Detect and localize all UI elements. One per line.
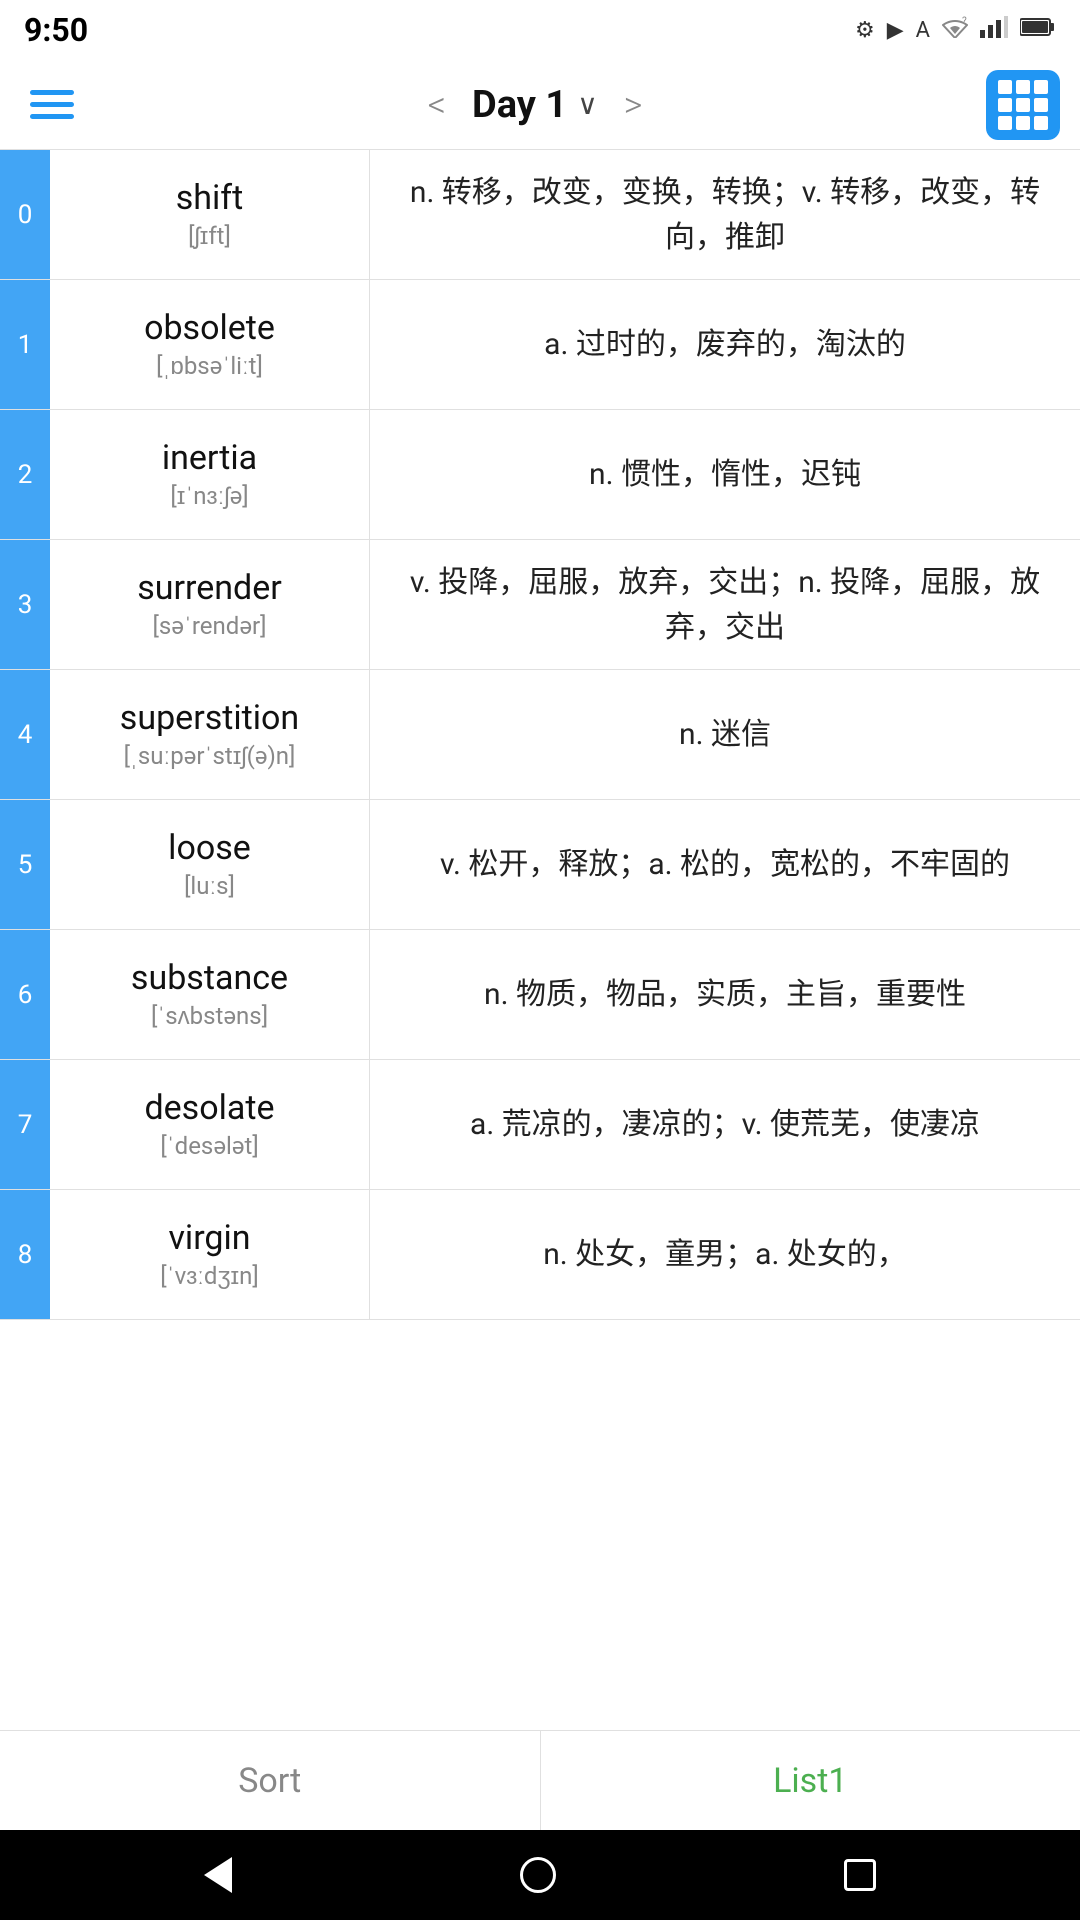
word-definition: v. 投降，屈服，放弃，交出；n. 投降，屈服，放弃，交出 — [370, 540, 1080, 669]
grid-view-button[interactable] — [986, 70, 1060, 140]
word-definition: n. 物质，物品，实质，主旨，重要性 — [370, 930, 1080, 1059]
word-index: 4 — [0, 670, 50, 799]
word-definition: n. 迷信 — [370, 670, 1080, 799]
word-cell: desolate [ˈdesələt] — [50, 1060, 370, 1189]
nav-title-area: < Day 1 ∨ > — [412, 83, 659, 127]
word-english: shift — [176, 178, 244, 218]
word-english: virgin — [168, 1218, 250, 1258]
word-definition: n. 惯性，惰性，迟钝 — [370, 410, 1080, 539]
word-phonetic: [ˈsʌbstəns] — [151, 1002, 268, 1031]
word-definition: n. 转移，改变，变换，转换；v. 转移，改变，转向，推卸 — [370, 150, 1080, 279]
word-cell: obsolete [ˌɒbsəˈliːt] — [50, 280, 370, 409]
svg-text:?: ? — [962, 16, 967, 27]
word-index: 6 — [0, 930, 50, 1059]
word-definition: v. 松开，释放；a. 松的，宽松的，不牢固的 — [370, 800, 1080, 929]
word-cell: superstition [ˌsuːpərˈstɪʃ(ə)n] — [50, 670, 370, 799]
wifi-icon: ? — [942, 16, 968, 44]
nav-prev-button[interactable]: < — [412, 84, 462, 126]
word-phonetic: [səˈrendər] — [153, 612, 267, 641]
grid-icon — [998, 80, 1048, 130]
word-row[interactable]: 4 superstition [ˌsuːpərˈstɪʃ(ə)n] n. 迷信 — [0, 670, 1080, 800]
battery-icon — [1020, 16, 1056, 44]
word-index: 7 — [0, 1060, 50, 1189]
word-definition: a. 荒凉的，凄凉的；v. 使荒芜，使凄凉 — [370, 1060, 1080, 1189]
recent-button[interactable] — [844, 1859, 876, 1891]
word-english: desolate — [144, 1088, 274, 1128]
sort-tab[interactable]: Sort — [0, 1731, 541, 1830]
word-english: loose — [168, 828, 251, 868]
list1-tab[interactable]: List1 — [541, 1731, 1080, 1830]
word-row[interactable]: 7 desolate [ˈdesələt] a. 荒凉的，凄凉的；v. 使荒芜，使凄凉 — [0, 1060, 1080, 1190]
font-icon: A — [916, 18, 930, 43]
home-icon — [520, 1857, 556, 1893]
word-row[interactable]: 1 obsolete [ˌɒbsəˈliːt] a. 过时的，废弃的，淘汰的 — [0, 280, 1080, 410]
word-english: inertia — [162, 438, 257, 478]
back-button[interactable] — [204, 1857, 232, 1893]
word-index: 5 — [0, 800, 50, 929]
word-english: superstition — [120, 698, 299, 738]
word-definition: n. 处女，童男；a. 处女的， — [370, 1190, 1080, 1319]
gear-icon: ⚙ — [855, 18, 875, 43]
word-phonetic: [luːs] — [184, 872, 235, 901]
word-english: obsolete — [144, 308, 275, 348]
word-row[interactable]: 0 shift [ʃɪft] n. 转移，改变，变换，转换；v. 转移，改变，转向，推… — [0, 150, 1080, 280]
word-cell: surrender [səˈrendər] — [50, 540, 370, 669]
word-index: 3 — [0, 540, 50, 669]
back-icon — [204, 1857, 232, 1893]
word-row[interactable]: 5 loose [luːs] v. 松开，释放；a. 松的，宽松的，不牢固的 — [0, 800, 1080, 930]
word-index: 0 — [0, 150, 50, 279]
word-english: substance — [131, 958, 288, 998]
status-icons: ⚙ ▶ A ? — [855, 16, 1056, 44]
signal-icon — [980, 16, 1008, 44]
word-english: surrender — [137, 568, 282, 608]
nav-next-button[interactable]: > — [608, 84, 659, 126]
word-row[interactable]: 8 virgin [ˈvɜːdʒɪn] n. 处女，童男；a. 处女的， — [0, 1190, 1080, 1320]
word-row[interactable]: 2 inertia [ɪˈnɜːʃə] n. 惯性，惰性，迟钝 — [0, 410, 1080, 540]
word-index: 8 — [0, 1190, 50, 1319]
status-time: 9:50 — [24, 11, 88, 49]
bottom-tabs: Sort List1 — [0, 1730, 1080, 1830]
word-definition: a. 过时的，废弃的，淘汰的 — [370, 280, 1080, 409]
menu-button[interactable] — [20, 80, 84, 129]
word-cell: substance [ˈsʌbstəns] — [50, 930, 370, 1059]
status-bar: 9:50 ⚙ ▶ A ? — [0, 0, 1080, 60]
dropdown-icon[interactable]: ∨ — [577, 88, 598, 121]
word-row[interactable]: 6 substance [ˈsʌbstəns] n. 物质，物品，实质，主旨，重要性 — [0, 930, 1080, 1060]
android-nav-bar — [0, 1830, 1080, 1920]
word-phonetic: [ˈvɜːdʒɪn] — [160, 1262, 258, 1291]
word-phonetic: [ʃɪft] — [188, 222, 231, 251]
word-cell: inertia [ɪˈnɜːʃə] — [50, 410, 370, 539]
word-phonetic: [ɪˈnɜːʃə] — [170, 482, 248, 511]
word-index: 1 — [0, 280, 50, 409]
word-list: 0 shift [ʃɪft] n. 转移，改变，变换，转换；v. 转移，改变，转向，推… — [0, 150, 1080, 1730]
play-icon: ▶ — [887, 18, 904, 43]
word-cell: loose [luːs] — [50, 800, 370, 929]
top-nav: < Day 1 ∨ > — [0, 60, 1080, 150]
word-phonetic: [ˈdesələt] — [160, 1132, 258, 1161]
nav-title: Day 1 — [472, 83, 567, 127]
word-cell: virgin [ˈvɜːdʒɪn] — [50, 1190, 370, 1319]
home-button[interactable] — [520, 1857, 556, 1893]
word-index: 2 — [0, 410, 50, 539]
word-cell: shift [ʃɪft] — [50, 150, 370, 279]
word-phonetic: [ˌsuːpərˈstɪʃ(ə)n] — [124, 742, 296, 771]
word-row[interactable]: 3 surrender [səˈrendər] v. 投降，屈服，放弃，交出；n. 投… — [0, 540, 1080, 670]
word-phonetic: [ˌɒbsəˈliːt] — [156, 352, 263, 381]
recent-icon — [844, 1859, 876, 1891]
